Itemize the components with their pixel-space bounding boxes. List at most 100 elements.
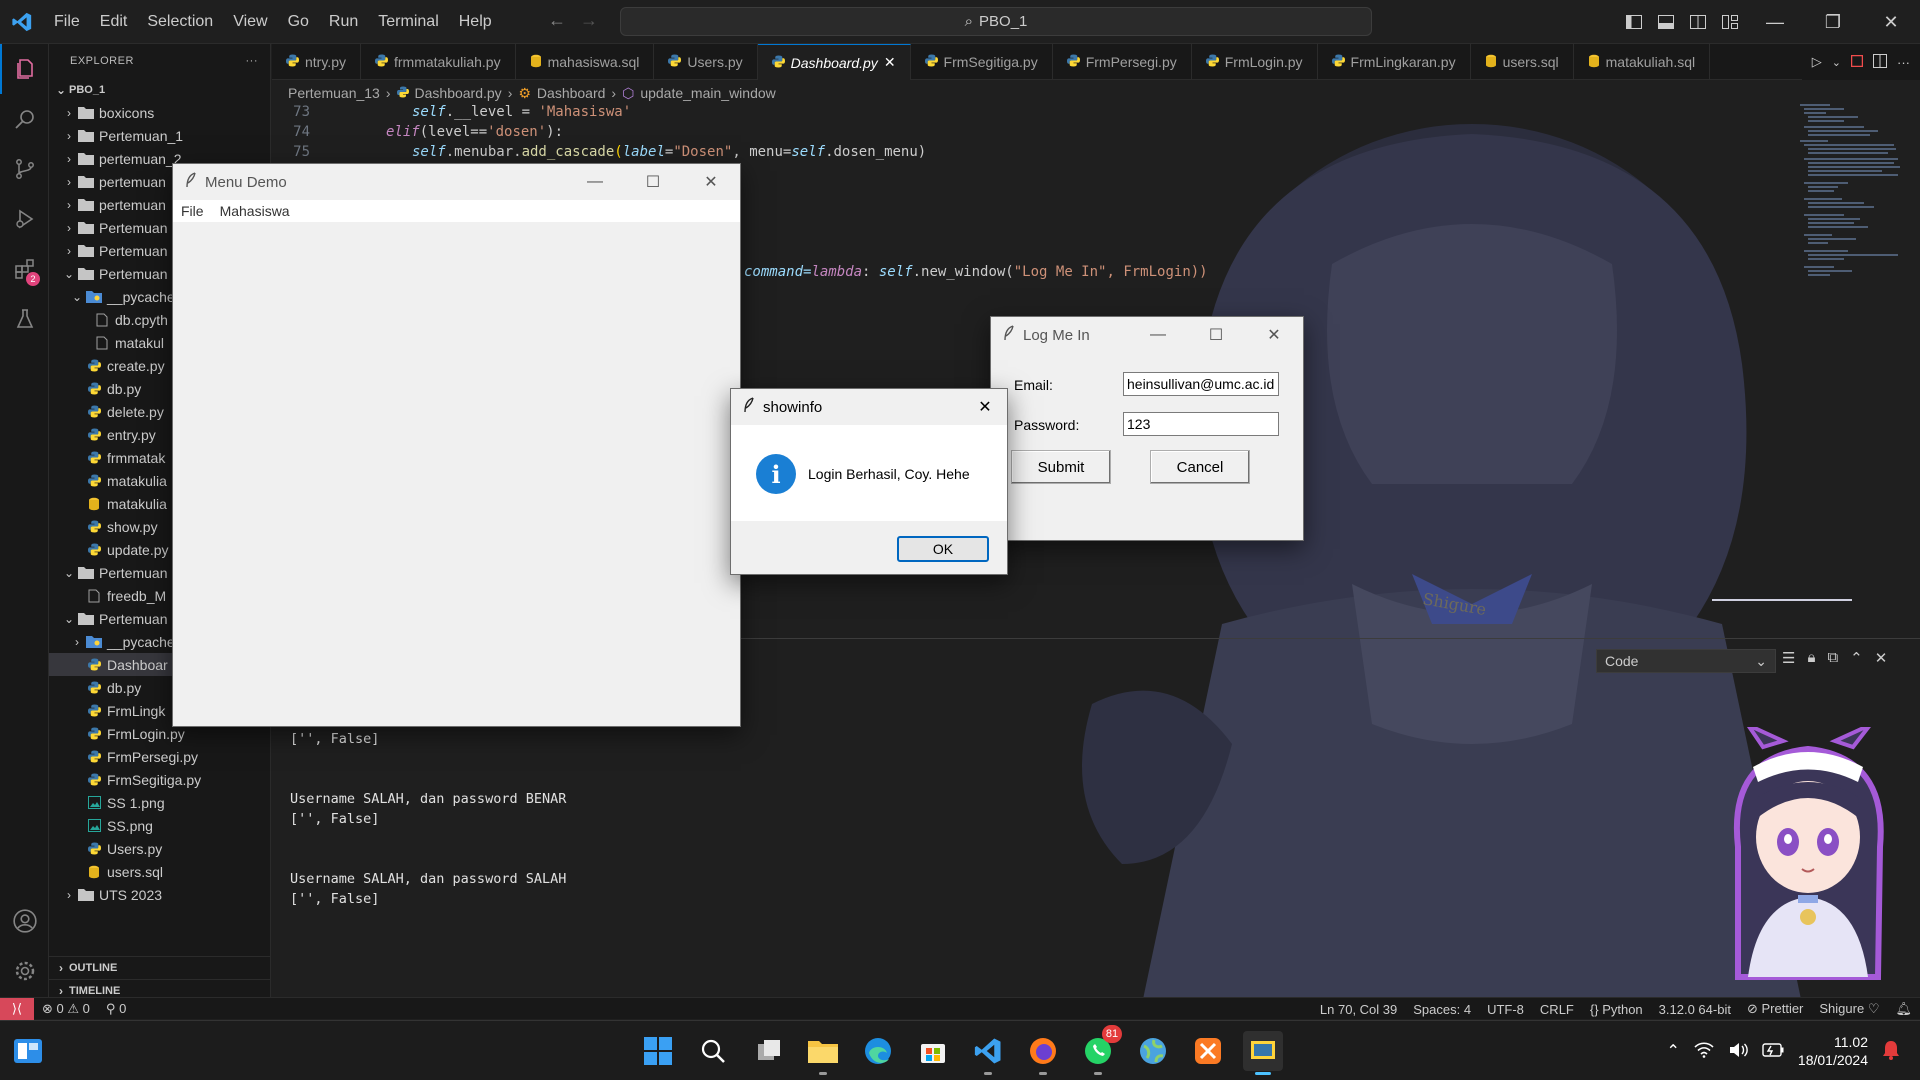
xampp-icon[interactable] [1188, 1031, 1228, 1071]
chevron-down-icon[interactable]: ⌄ [1832, 56, 1841, 69]
more-actions-icon[interactable]: ··· [246, 55, 259, 67]
password-field[interactable]: 123 [1123, 412, 1279, 436]
more-actions-icon[interactable]: ··· [1897, 55, 1910, 70]
tree-folder[interactable]: › UTS 2023 [49, 883, 270, 906]
notifications-bell-icon[interactable]: 🔔︎ [1887, 1001, 1920, 1017]
submit-button[interactable]: Submit [1011, 450, 1111, 484]
minimize-icon[interactable]: — [1129, 317, 1187, 353]
close-tab-icon[interactable]: ✕ [884, 54, 896, 71]
minimize-icon[interactable]: — [1746, 0, 1804, 44]
tree-file[interactable]: users.sql [49, 860, 270, 883]
wifi-icon[interactable] [1694, 1041, 1714, 1061]
open-editor-icon[interactable]: ⧉ [1827, 649, 1838, 667]
output-channel-select[interactable]: Code ⌄ [1596, 649, 1776, 673]
toggle-secondary-sidebar-icon[interactable] [1682, 0, 1714, 44]
battery-icon[interactable] [1762, 1042, 1784, 1060]
firefox-icon[interactable] [1023, 1031, 1063, 1075]
breadcrumb-folder[interactable]: Pertemuan_13 [288, 85, 380, 101]
theme-status[interactable]: Shigure ♡ [1811, 1001, 1887, 1017]
vscode-taskbar-icon[interactable] [968, 1031, 1008, 1075]
python-interpreter[interactable]: 3.12.0 64-bit [1651, 1002, 1739, 1017]
tree-file[interactable]: FrmSegitiga.py [49, 768, 270, 791]
split-editor-icon[interactable] [1873, 53, 1887, 71]
breadcrumb-class[interactable]: Dashboard [537, 85, 606, 101]
menu-file[interactable]: File [173, 203, 212, 219]
testing-icon[interactable] [0, 294, 49, 344]
command-center-search[interactable]: ⌕ PBO_1 [620, 7, 1372, 36]
tree-file[interactable]: Users.py [49, 837, 270, 860]
problems-indicator[interactable]: ⊗ 0 ⚠ 0 [34, 1001, 98, 1017]
stop-icon[interactable] [1850, 54, 1864, 70]
forward-arrow-icon[interactable]: → [580, 10, 598, 31]
toggle-sidebar-icon[interactable] [1618, 0, 1650, 44]
task-view-icon[interactable] [749, 1031, 789, 1071]
editor-tab[interactable]: matakuliah.sql [1574, 44, 1711, 80]
notification-bell-icon[interactable] [1882, 1040, 1900, 1063]
workspace-root[interactable]: ⌄ PBO_1 [49, 78, 270, 101]
editor-tab[interactable]: frmmatakuliah.py [361, 44, 516, 80]
indentation[interactable]: Spaces: 4 [1405, 1002, 1479, 1017]
widgets-icon[interactable] [8, 1031, 48, 1071]
source-control-icon[interactable] [0, 144, 49, 194]
lock-icon[interactable]: 🔒︎ [1807, 649, 1815, 667]
ok-button[interactable]: OK [897, 536, 989, 562]
whatsapp-icon[interactable]: 81 [1078, 1025, 1122, 1075]
start-icon[interactable] [638, 1031, 678, 1071]
language-mode[interactable]: {} Python [1582, 1002, 1651, 1017]
menu-selection[interactable]: Selection [137, 0, 223, 44]
tree-folder[interactable]: › boxicons [49, 101, 270, 124]
cursor-position[interactable]: Ln 70, Col 39 [1312, 1002, 1405, 1017]
encoding[interactable]: UTF-8 [1479, 1002, 1532, 1017]
run-file-icon[interactable]: ▷ [1812, 54, 1822, 70]
chevron-up-icon[interactable]: ⌃ [1850, 649, 1863, 667]
customize-layout-icon[interactable] [1714, 0, 1746, 44]
file-explorer-icon[interactable] [803, 1031, 843, 1075]
clear-output-icon[interactable]: ☰ [1782, 649, 1795, 667]
editor-tab[interactable]: ntry.py [272, 44, 361, 80]
end-of-line[interactable]: CRLF [1532, 1002, 1582, 1017]
editor-tab[interactable]: FrmLogin.py [1192, 44, 1318, 80]
edge-browser-icon[interactable] [858, 1031, 898, 1071]
tree-file[interactable]: FrmPersegi.py [49, 745, 270, 768]
menu-view[interactable]: View [223, 0, 277, 44]
search-icon[interactable] [0, 94, 49, 144]
code-editor[interactable]: 73 self .__level = 'Mahasiswa' 74 elif (leve… [272, 104, 1920, 280]
close-icon[interactable]: ✕ [1862, 0, 1920, 44]
python-tk-icon[interactable] [1243, 1031, 1283, 1075]
menu-help[interactable]: Help [449, 0, 502, 44]
tree-file[interactable]: SS.png [49, 814, 270, 837]
editor-tab[interactable]: users.sql [1471, 44, 1574, 80]
accounts-icon[interactable] [0, 896, 49, 946]
menu-go[interactable]: Go [278, 0, 319, 44]
close-icon[interactable]: ✕ [682, 164, 740, 200]
close-panel-icon[interactable]: ✕ [1875, 649, 1888, 667]
maximize-icon[interactable]: ☐ [624, 164, 682, 200]
ports-indicator[interactable]: ⚲ 0 [98, 1001, 134, 1017]
run-debug-icon[interactable] [0, 194, 49, 244]
globe-app-icon[interactable] [1133, 1031, 1173, 1071]
cancel-button[interactable]: Cancel [1150, 450, 1250, 484]
volume-icon[interactable] [1728, 1042, 1748, 1061]
email-field[interactable]: heinsullivan@umc.ac.id [1123, 372, 1279, 396]
settings-gear-icon[interactable] [0, 946, 49, 996]
chevron-up-icon[interactable]: ⌃ [1667, 1041, 1680, 1061]
remote-indicator-icon[interactable]: ⟩⟨ [0, 997, 34, 1020]
search-icon[interactable] [693, 1031, 733, 1071]
minimize-icon[interactable]: — [566, 164, 624, 200]
back-arrow-icon[interactable]: ← [548, 10, 566, 31]
editor-tab[interactable]: Users.py [654, 44, 758, 80]
breadcrumb-method[interactable]: update_main_window [640, 85, 775, 101]
menu-mahasiswa[interactable]: Mahasiswa [212, 203, 298, 219]
store-icon[interactable] [913, 1031, 953, 1071]
breadcrumb-file[interactable]: Dashboard.py [415, 85, 502, 101]
close-icon[interactable]: ✕ [963, 389, 1007, 425]
clock[interactable]: 11.02 18/01/2024 [1798, 1033, 1868, 1069]
tree-file[interactable]: SS 1.png [49, 791, 270, 814]
menu-terminal[interactable]: Terminal [368, 0, 448, 44]
extensions-icon[interactable]: 2 [0, 244, 49, 294]
prettier-status[interactable]: ⊘ Prettier [1739, 1001, 1811, 1017]
restore-icon[interactable]: ❐ [1804, 0, 1862, 44]
tree-folder[interactable]: › Pertemuan_1 [49, 124, 270, 147]
menu-file[interactable]: File [44, 0, 90, 44]
editor-tab[interactable]: FrmSegitiga.py [911, 44, 1053, 80]
